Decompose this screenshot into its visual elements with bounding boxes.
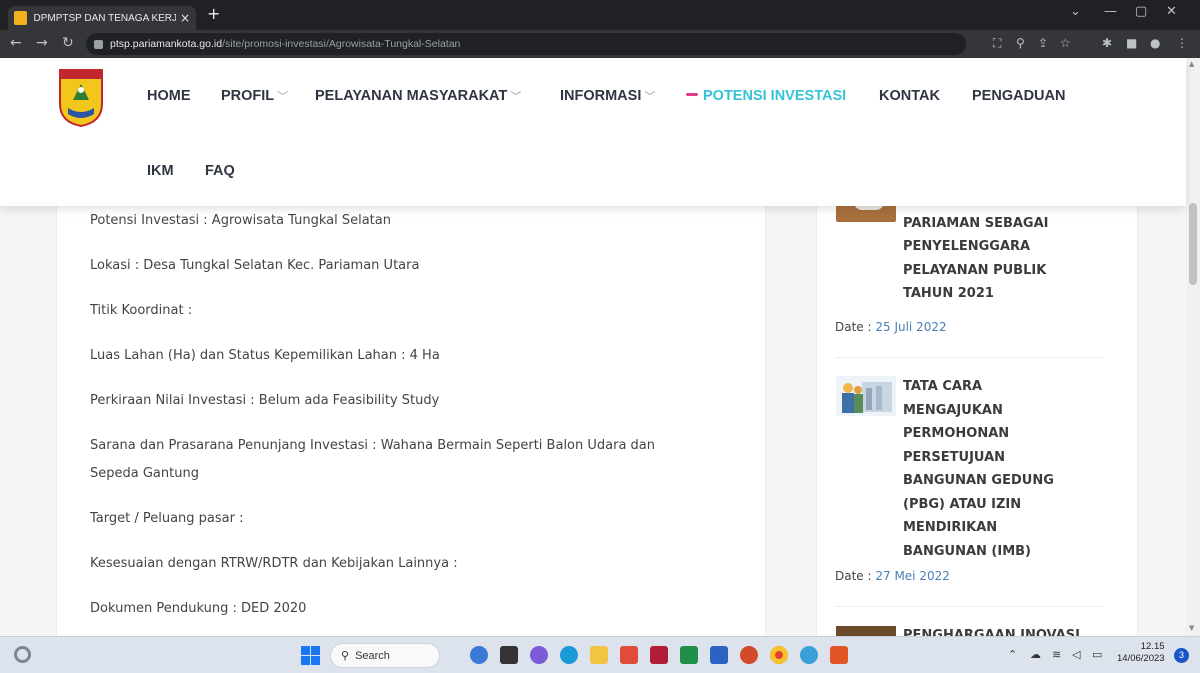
field-lokasi: Lokasi : Desa Tungkal Selatan Kec. Paria… xyxy=(90,258,420,273)
share-icon[interactable]: ⇪ xyxy=(1038,36,1048,50)
reload-icon[interactable]: ↻ xyxy=(62,35,74,51)
field-sarana: Sarana dan Prasarana Penunjang Investasi… xyxy=(90,438,656,453)
bing-icon[interactable] xyxy=(470,646,488,664)
powerpoint-icon[interactable] xyxy=(740,646,758,664)
zoom-icon[interactable]: ⚲ xyxy=(1016,36,1025,50)
new-tab-button[interactable]: + xyxy=(207,4,220,23)
volume-icon[interactable]: ◁ xyxy=(1072,648,1080,661)
news-date-1: Date : 25 Juli 2022 xyxy=(835,320,947,334)
news-date-link-2[interactable]: 27 Mei 2022 xyxy=(875,569,950,583)
nav-home[interactable]: HOME xyxy=(147,88,191,104)
browser-tab[interactable]: DPMPTSP DAN TENAGA KERJA K × xyxy=(8,6,196,30)
chrome-icon[interactable] xyxy=(770,646,788,664)
nav-pelayanan-masyarakat[interactable]: PELAYANAN MASYARAKAT ﹀ xyxy=(315,88,521,104)
chevron-down-icon: ﹀ xyxy=(277,91,289,103)
wifi-icon[interactable]: ≋ xyxy=(1052,648,1061,661)
brave-icon[interactable] xyxy=(620,646,638,664)
news-title-2[interactable]: TATA CARA MENGAJUKAN PERMOHONAN PERSETUJ… xyxy=(903,375,1103,563)
news-thumbnail-2[interactable] xyxy=(836,376,896,416)
scroll-thumb[interactable] xyxy=(1189,203,1197,285)
kota-pariaman-logo[interactable] xyxy=(58,68,104,128)
chevron-up-icon[interactable]: ⌃ xyxy=(1008,648,1017,661)
url-field[interactable]: ptsp.pariamankota.go.id /site/promosi-in… xyxy=(86,33,966,55)
nav-potensi-investasi[interactable]: POTENSI INVESTASI xyxy=(686,88,846,104)
lock-icon xyxy=(94,39,103,49)
forward-icon[interactable]: → xyxy=(36,35,48,51)
side-panel-icon[interactable]: ■ xyxy=(1126,36,1137,50)
windows-taskbar: ⚲ Search ⌃ ☁ ≋ ◁ ▭ 12.15 14/06/2023 3 xyxy=(0,636,1200,673)
chat-icon[interactable] xyxy=(530,646,548,664)
bookmark-star-icon[interactable]: ☆ xyxy=(1060,36,1071,50)
url-path: /site/promosi-investasi/Agrowisata-Tungk… xyxy=(222,38,461,50)
field-luas-lahan: Luas Lahan (Ha) dan Status Kepemilikan L… xyxy=(90,348,440,363)
back-icon[interactable]: ← xyxy=(10,35,22,51)
field-rtrw: Kesesuaian dengan RTRW/RDTR dan Kebijaka… xyxy=(90,556,458,571)
clock[interactable]: 12.15 14/06/2023 xyxy=(1117,641,1165,665)
maximize-icon[interactable]: ▢ xyxy=(1135,4,1147,19)
taskbar-search-input[interactable]: ⚲ Search xyxy=(330,643,440,668)
news-divider xyxy=(835,357,1103,358)
news-title-3[interactable]: PENGHARGAAN INOVASI xyxy=(903,624,1103,636)
app-bird-icon[interactable] xyxy=(800,646,818,664)
news-thumbnail-3[interactable] xyxy=(836,626,896,636)
nav-ikm[interactable]: IKM xyxy=(147,163,174,179)
field-koordinat: Titik Koordinat : xyxy=(90,303,193,318)
news-date-link-1[interactable]: 25 Juli 2022 xyxy=(875,320,946,334)
app-orange-icon[interactable] xyxy=(830,646,848,664)
news-date-2: Date : 27 Mei 2022 xyxy=(835,569,950,583)
browser-tab-bar: DPMPTSP DAN TENAGA KERJA K × + ⌄ — ▢ ✕ xyxy=(0,0,1200,30)
edge-icon[interactable] xyxy=(560,646,578,664)
url-host: ptsp.pariamankota.go.id xyxy=(110,38,223,50)
chevron-down-icon: ﹀ xyxy=(510,91,522,103)
cloud-icon[interactable]: ☁ xyxy=(1030,648,1041,661)
battery-icon[interactable]: ▭ xyxy=(1092,648,1102,661)
tab-close-icon[interactable]: × xyxy=(180,11,190,25)
search-icon: ⚲ xyxy=(341,649,350,662)
nav-pengaduan[interactable]: PENGADUAN xyxy=(972,88,1065,104)
start-windows-icon[interactable] xyxy=(301,646,320,665)
page-scrollbar[interactable]: ▲ ▼ xyxy=(1186,58,1200,636)
address-bar: ← → ↻ ptsp.pariamankota.go.id /site/prom… xyxy=(0,30,1200,58)
nav-faq[interactable]: FAQ xyxy=(205,163,235,179)
task-view-icon[interactable] xyxy=(500,646,518,664)
scroll-down-icon[interactable]: ▼ xyxy=(1189,624,1194,632)
close-window-icon[interactable]: ✕ xyxy=(1166,4,1177,19)
chevron-down-icon: ﹀ xyxy=(644,91,656,103)
nav-informasi[interactable]: INFORMASI ﹀ xyxy=(560,88,655,104)
field-sarana-cont: Sepeda Gantung xyxy=(90,466,199,481)
scroll-up-icon[interactable]: ▲ xyxy=(1189,60,1194,68)
site-header: HOME PROFIL ﹀ PELAYANAN MASYARAKAT ﹀ INFOR… xyxy=(0,58,1186,206)
nav-kontak[interactable]: KONTAK xyxy=(879,88,940,104)
menu-kebab-icon[interactable]: ⋮ xyxy=(1176,36,1188,50)
tab-title: DPMPTSP DAN TENAGA KERJA K xyxy=(33,12,176,24)
notification-badge[interactable]: 3 xyxy=(1174,648,1189,663)
field-dokumen: Dokumen Pendukung : DED 2020 xyxy=(90,601,307,616)
tab-search-icon[interactable]: ⌄ xyxy=(1070,4,1081,19)
widgets-icon[interactable] xyxy=(14,646,31,663)
field-nilai-investasi: Perkiraan Nilai Investasi : Belum ada Fe… xyxy=(90,393,440,408)
site-favicon-icon xyxy=(14,11,28,25)
app-red-icon[interactable] xyxy=(650,646,668,664)
minimize-icon[interactable]: — xyxy=(1104,4,1117,19)
translate-icon[interactable]: ⛶ xyxy=(993,36,1001,51)
word-icon[interactable] xyxy=(710,646,728,664)
field-target-pasar: Target / Peluang pasar : xyxy=(90,511,244,526)
excel-icon[interactable] xyxy=(680,646,698,664)
file-explorer-icon[interactable] xyxy=(590,646,608,664)
field-potensi: Potensi Investasi : Agrowisata Tungkal S… xyxy=(90,213,391,228)
extensions-icon[interactable]: ✱ xyxy=(1102,36,1112,50)
active-indicator xyxy=(686,92,698,96)
nav-profil[interactable]: PROFIL ﹀ xyxy=(221,88,288,104)
news-divider xyxy=(835,606,1103,607)
profile-icon[interactable]: ● xyxy=(1150,36,1160,50)
